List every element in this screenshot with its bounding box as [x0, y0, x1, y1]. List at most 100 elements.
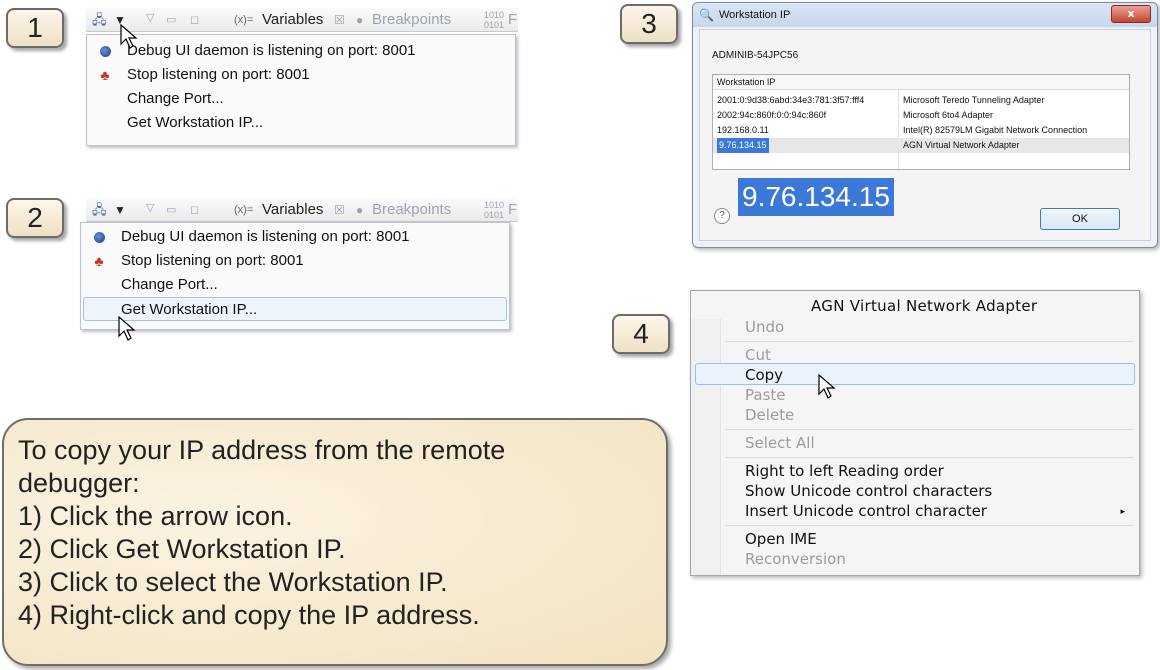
table-row[interactable]: 2001:0:9d38:6abd:34e3:781:3f57:fff4 Micr…	[713, 93, 1129, 108]
menu-item-reconversion[interactable]: Reconversion	[745, 549, 846, 569]
menu-item-label: Debug UI daemon is listening on port: 80…	[121, 228, 410, 245]
dialog-titlebar: 🔍 Workstation IP x	[693, 3, 1157, 27]
tab-truncated[interactable]: F	[508, 200, 517, 220]
table-row[interactable]: 192.168.0.11 Intel(R) 82579LM Gigabit Ne…	[713, 123, 1129, 138]
selected-ip-zoom[interactable]: 9.76.134.15	[738, 178, 894, 216]
menu-item-get-workstation-ip[interactable]: Get Workstation IP...	[83, 297, 507, 321]
adapter-cell: Microsoft 6to4 Adapter	[903, 110, 994, 120]
expressions-icon: 1010 0101	[484, 10, 505, 30]
adapter-name-header: AGN Virtual Network Adapter	[811, 297, 1038, 315]
debug-dropdown-menu-1: Debug UI daemon is listening on port: 80…	[86, 34, 516, 146]
submenu-arrow-icon: ▸	[1120, 507, 1125, 517]
table-header: Workstation IP	[713, 75, 1129, 90]
menu-separator	[725, 341, 1133, 342]
variables-icon: (x)=	[234, 14, 254, 26]
remote-debug-icon[interactable]: 🖧	[92, 200, 107, 220]
breakpoints-icon: ●	[356, 203, 364, 217]
step-badge-1: 1	[6, 8, 64, 48]
menu-separator	[725, 525, 1133, 526]
minimize-icon[interactable]: ▭	[166, 200, 176, 220]
menu-item-paste[interactable]: Paste	[745, 385, 786, 405]
menu-item-label: Get Workstation IP...	[127, 114, 264, 131]
radio-dot-icon	[91, 225, 107, 249]
remote-debug-icon[interactable]: 🖧	[92, 10, 107, 30]
view-menu-icon[interactable]: ▽	[146, 8, 154, 28]
menu-item-delete[interactable]: Delete	[745, 405, 794, 425]
view-menu-icon[interactable]: ▽	[146, 198, 154, 218]
adapter-cell: Intel(R) 82579LM Gigabit Network Connect…	[903, 125, 1088, 135]
menu-item-change-port[interactable]: Change Port...	[81, 273, 509, 297]
menu-item-label: Change Port...	[121, 276, 218, 293]
step-badge-4: 4	[612, 314, 670, 354]
breakpoints-icon: ●	[356, 13, 364, 27]
maximize-icon[interactable]: ◻	[190, 200, 199, 220]
menu-item-change-port[interactable]: Change Port...	[87, 87, 515, 111]
step-badge-3: 3	[620, 4, 678, 44]
table-row[interactable]: 2002:94c:860f:0:0:94c:860f Microsoft 6to…	[713, 108, 1129, 123]
tab-close-icon[interactable]: ☒	[334, 200, 345, 220]
table-row-selected[interactable]: 9.76.134.15 AGN Virtual Network Adapter	[713, 138, 1129, 153]
debug-view-toolbar-2: 🖧 ▼ ▽ ▭ ◻ (x)= Variables ☒ ● Breakpoints…	[86, 198, 518, 222]
menu-item-label: Debug UI daemon is listening on port: 80…	[127, 42, 416, 59]
tab-breakpoints[interactable]: Breakpoints	[372, 10, 451, 30]
adapter-cell: Microsoft Teredo Tunneling Adapter	[903, 95, 1045, 105]
adapter-cell: AGN Virtual Network Adapter	[903, 140, 1020, 150]
ip-cell: 2001:0:9d38:6abd:34e3:781:3f57:fff4	[717, 95, 865, 105]
tab-breakpoints[interactable]: Breakpoints	[372, 200, 451, 220]
help-icon[interactable]: ?	[714, 208, 730, 224]
menu-item-daemon-listening[interactable]: Debug UI daemon is listening on port: 80…	[81, 225, 509, 249]
radio-dot-icon	[97, 39, 113, 63]
tab-close-icon[interactable]: ☒	[334, 10, 345, 30]
menu-item-show-unicode-control[interactable]: Show Unicode control characters	[745, 481, 992, 501]
dialog-body: ADMINIB-54JPC56 Workstation IP 2001:0:9d…	[699, 29, 1151, 241]
tab-variables[interactable]: Variables	[262, 200, 323, 220]
column-header-workstation-ip: Workstation IP	[717, 77, 776, 87]
instruction-line: 2) Click Get Workstation IP.	[18, 534, 346, 564]
instruction-line: 1) Click the arrow icon.	[18, 501, 293, 531]
minimize-icon[interactable]: ▭	[166, 10, 176, 30]
menu-item-copy[interactable]: Copy	[745, 365, 783, 385]
search-icon: 🔍	[699, 8, 714, 22]
workstation-ip-dialog: 🔍 Workstation IP x ADMINIB-54JPC56 Works…	[692, 2, 1158, 248]
menu-item-label: Stop listening on port: 8001	[127, 66, 310, 83]
instruction-line: 3) Click to select the Workstation IP.	[18, 567, 448, 597]
menu-item-label: Get Workstation IP...	[121, 301, 258, 318]
menu-separator	[725, 457, 1133, 458]
menu-gutter	[691, 319, 721, 575]
maximize-icon[interactable]: ◻	[190, 10, 199, 30]
menu-item-get-workstation-ip[interactable]: Get Workstation IP...	[87, 111, 515, 135]
menu-separator	[725, 429, 1133, 430]
menu-item-stop-listening[interactable]: ♣ Stop listening on port: 8001	[81, 249, 509, 273]
ip-cell-selected[interactable]: 9.76.134.15	[717, 138, 769, 153]
debug-view-toolbar-1: 🖧 ▼ ▽ ▭ ◻ (x)= Variables ☒ ● Breakpoints…	[86, 8, 518, 32]
tab-variables[interactable]: Variables	[262, 10, 323, 30]
ip-cell: 192.168.0.11	[717, 125, 769, 135]
variables-icon: (x)=	[234, 204, 254, 216]
ok-button[interactable]: OK	[1040, 208, 1120, 230]
menu-item-daemon-listening[interactable]: Debug UI daemon is listening on port: 80…	[87, 39, 515, 63]
menu-item-undo[interactable]: Undo	[745, 317, 784, 337]
instruction-line: To copy your IP address from the remote	[18, 435, 506, 465]
expressions-icon: 1010 0101	[484, 200, 505, 220]
menu-item-rtl-reading-order[interactable]: Right to left Reading order	[745, 461, 944, 481]
ip-cell: 2002:94c:860f:0:0:94c:860f	[717, 110, 827, 120]
menu-item-label: Change Port...	[127, 90, 224, 107]
close-button[interactable]: x	[1111, 5, 1151, 23]
menu-item-label: Stop listening on port: 8001	[121, 252, 304, 269]
menu-item-stop-listening[interactable]: ♣ Stop listening on port: 8001	[87, 63, 515, 87]
tab-truncated[interactable]: F	[508, 10, 517, 30]
menu-item-select-all[interactable]: Select All	[745, 433, 815, 453]
menu-item-insert-unicode-control[interactable]: Insert Unicode control character	[745, 501, 987, 521]
menu-item-open-ime[interactable]: Open IME	[745, 529, 817, 549]
instruction-line: 4) Right-click and copy the IP address.	[18, 600, 480, 630]
stop-listening-icon: ♣	[100, 67, 110, 83]
stop-listening-icon: ♣	[94, 253, 104, 269]
instruction-line: debugger:	[18, 468, 140, 498]
ip-table: Workstation IP 2001:0:9d38:6abd:34e3:781…	[712, 74, 1130, 170]
debug-dropdown-menu-2: Debug UI daemon is listening on port: 80…	[80, 222, 510, 330]
context-menu: AGN Virtual Network Adapter Undo Cut Cop…	[690, 290, 1140, 576]
dialog-title: Workstation IP	[719, 9, 791, 21]
view-menu-arrow-icon[interactable]: ▼	[114, 200, 126, 220]
instructions-callout: To copy your IP address from the remote …	[2, 418, 668, 666]
menu-item-cut[interactable]: Cut	[745, 345, 771, 365]
